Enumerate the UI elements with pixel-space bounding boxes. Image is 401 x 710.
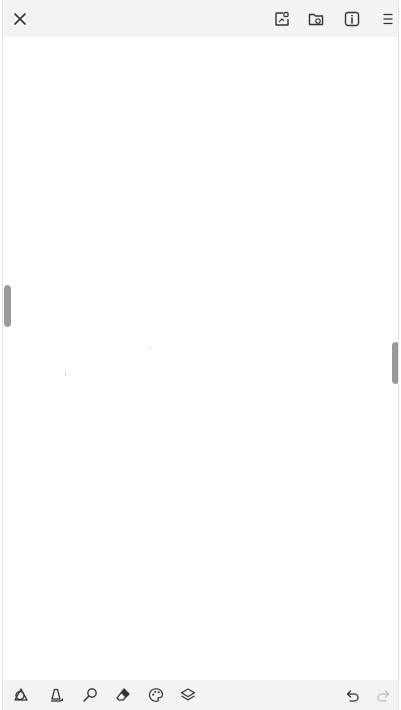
folder-icon[interactable] bbox=[307, 10, 325, 28]
pencil-icon[interactable] bbox=[81, 686, 99, 704]
eraser-icon[interactable] bbox=[114, 686, 132, 704]
left-panel-handle[interactable] bbox=[4, 285, 11, 327]
canvas-mark bbox=[65, 372, 66, 376]
undo-icon[interactable] bbox=[343, 686, 361, 704]
palette-icon[interactable] bbox=[147, 686, 165, 704]
drawing-canvas[interactable] bbox=[3, 37, 398, 680]
drawing-app bbox=[2, 0, 399, 710]
right-panel-handle[interactable] bbox=[392, 342, 398, 384]
shapes-icon[interactable] bbox=[12, 686, 30, 704]
layers-icon[interactable] bbox=[179, 686, 197, 704]
top-toolbar bbox=[3, 0, 398, 37]
pen-icon[interactable] bbox=[47, 686, 65, 704]
bottom-toolbar bbox=[3, 680, 398, 710]
menu-icon[interactable] bbox=[379, 10, 397, 28]
info-icon[interactable] bbox=[343, 10, 361, 28]
close-icon[interactable] bbox=[11, 10, 29, 28]
insert-image-icon[interactable] bbox=[273, 10, 291, 28]
redo-icon bbox=[375, 686, 393, 704]
canvas-mark bbox=[149, 348, 151, 349]
